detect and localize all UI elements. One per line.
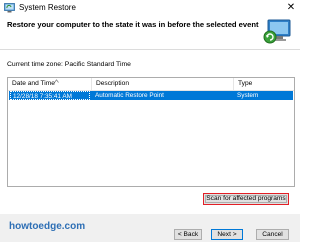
column-description[interactable]: Description — [91, 78, 233, 90]
cell-description: Automatic Restore Point — [95, 92, 164, 99]
column-type[interactable]: Type — [233, 78, 294, 90]
column-date-time[interactable]: Date and Time — [8, 78, 91, 90]
next-button[interactable]: Next > — [211, 229, 243, 240]
watermark-text: howtoedge.com — [9, 221, 86, 232]
cancel-button[interactable]: Cancel — [256, 229, 289, 240]
scan-affected-programs-button[interactable]: Scan for affected programs — [203, 193, 289, 205]
computer-restore-icon — [263, 19, 291, 44]
close-icon[interactable]: ✕ — [284, 1, 298, 15]
list-item[interactable]: 12/28/18 7:35:41 AM Automatic Restore Po… — [9, 91, 293, 100]
sort-arrow-icon — [54, 79, 59, 83]
header-divider — [0, 49, 300, 50]
restore-point-list[interactable]: Date and Time Description Type 12/28/18 … — [7, 77, 295, 187]
title-bar: System Restore ✕ — [0, 0, 300, 16]
back-button[interactable]: < Back — [174, 229, 202, 240]
page-heading: Restore your computer to the state it wa… — [7, 20, 259, 29]
cell-type: System — [237, 92, 259, 99]
scan-button-label: Scan for affected programs — [206, 195, 286, 202]
cell-date-time: 12/28/18 7:35:41 AM — [10, 91, 90, 100]
timezone-label: Current time zone: Pacific Standard Time — [7, 61, 131, 68]
window-title: System Restore — [19, 3, 76, 12]
list-header: Date and Time Description Type — [8, 78, 294, 91]
system-restore-icon — [4, 3, 15, 13]
